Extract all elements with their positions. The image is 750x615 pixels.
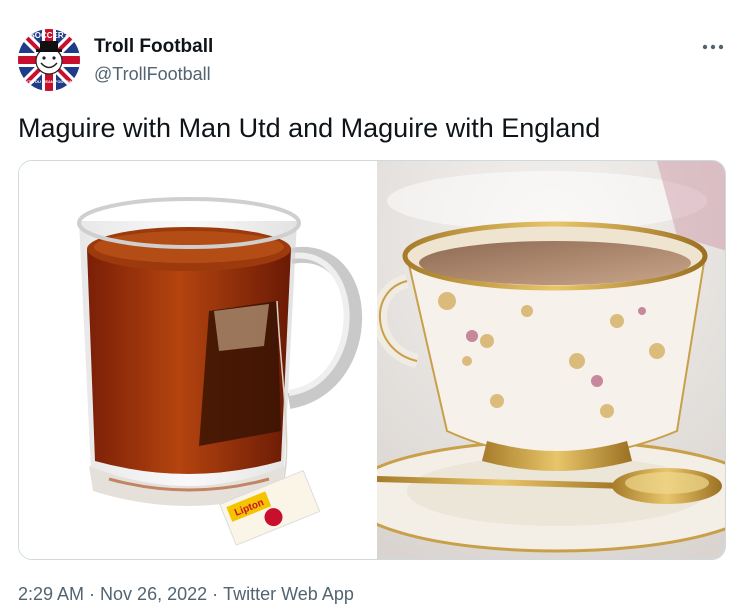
union-jack-troll-face-logo: SOCCER? DON'T YOU MEAN FOOTBALL? xyxy=(18,29,80,91)
media-image-right[interactable] xyxy=(377,161,725,559)
more-dots-icon xyxy=(702,44,724,50)
tweet-date[interactable]: Nov 26, 2022 xyxy=(100,584,207,604)
tweet-card: SOCCER? DON'T YOU MEAN FOOTBALL? Troll F… xyxy=(0,0,750,615)
teacup-image xyxy=(377,161,725,559)
author-info: Troll Football @TrollFootball xyxy=(94,36,213,85)
avatar-top-text: SOCCER? xyxy=(29,31,68,40)
media-image-left[interactable]: Lipton xyxy=(19,161,374,559)
tweet-text: Maguire with Man Utd and Maguire with En… xyxy=(18,113,601,143)
meta-separator-1: · xyxy=(89,584,96,604)
tea-mug-image: Lipton xyxy=(19,161,374,559)
tweet-metadata: 2:29 AM · Nov 26, 2022 · Twitter Web App xyxy=(18,583,354,605)
media-grid[interactable]: Lipton xyxy=(18,160,726,560)
tweet-time[interactable]: 2:29 AM xyxy=(18,584,84,604)
user-handle[interactable]: @TrollFootball xyxy=(94,63,213,85)
tweet-source-link[interactable]: Twitter Web App xyxy=(223,584,354,604)
display-name[interactable]: Troll Football xyxy=(94,36,213,58)
avatar[interactable]: SOCCER? DON'T YOU MEAN FOOTBALL? xyxy=(18,29,80,91)
avatar-bottom-text: DON'T YOU MEAN FOOTBALL? xyxy=(19,79,80,84)
meta-separator-2: · xyxy=(212,584,219,604)
more-options-button[interactable] xyxy=(698,32,728,62)
